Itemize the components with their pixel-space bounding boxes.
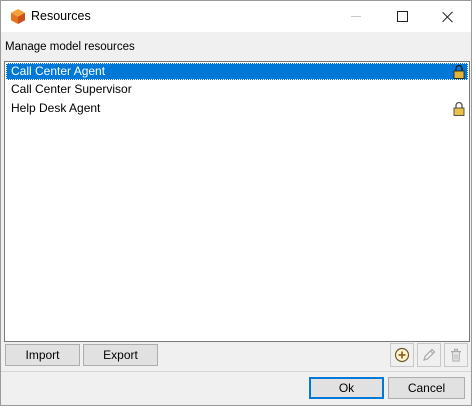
cancel-button[interactable]: Cancel bbox=[388, 377, 465, 399]
list-item-label: Call Center Agent bbox=[11, 64, 106, 78]
list-item-label: Help Desk Agent bbox=[11, 101, 101, 115]
cube-logo-icon bbox=[11, 9, 25, 24]
minimize-icon bbox=[351, 16, 361, 17]
dialog-subtitle: Manage model resources bbox=[5, 41, 135, 53]
add-circle-icon bbox=[394, 347, 410, 363]
close-icon bbox=[442, 11, 454, 23]
footer-divider bbox=[1, 371, 471, 372]
import-button[interactable]: Import bbox=[5, 344, 80, 366]
ok-button[interactable]: Ok bbox=[309, 377, 384, 399]
lock-icon bbox=[453, 64, 465, 79]
window-title: Resources bbox=[31, 9, 91, 23]
close-button[interactable] bbox=[425, 1, 471, 32]
title-bar[interactable]: Resources bbox=[1, 1, 471, 32]
resources-list[interactable]: Call Center Agent Call Center Supervisor… bbox=[4, 61, 470, 342]
export-button[interactable]: Export bbox=[83, 344, 158, 366]
list-item-label: Call Center Supervisor bbox=[11, 82, 132, 96]
resources-dialog: Resources Manage model resources Call Ce… bbox=[0, 0, 472, 406]
list-item-help-desk-agent[interactable]: Help Desk Agent bbox=[6, 100, 468, 117]
lock-icon bbox=[453, 101, 465, 116]
edit-resource-button[interactable] bbox=[417, 343, 441, 367]
list-item-call-center-supervisor[interactable]: Call Center Supervisor bbox=[6, 81, 468, 98]
trash-icon bbox=[451, 348, 461, 362]
maximize-button[interactable] bbox=[379, 1, 425, 32]
delete-resource-button[interactable] bbox=[444, 343, 468, 367]
maximize-icon bbox=[396, 11, 408, 22]
list-item-call-center-agent[interactable]: Call Center Agent bbox=[6, 63, 468, 80]
pencil-icon bbox=[423, 348, 436, 361]
add-resource-button[interactable] bbox=[390, 343, 414, 367]
minimize-button[interactable] bbox=[333, 1, 379, 32]
